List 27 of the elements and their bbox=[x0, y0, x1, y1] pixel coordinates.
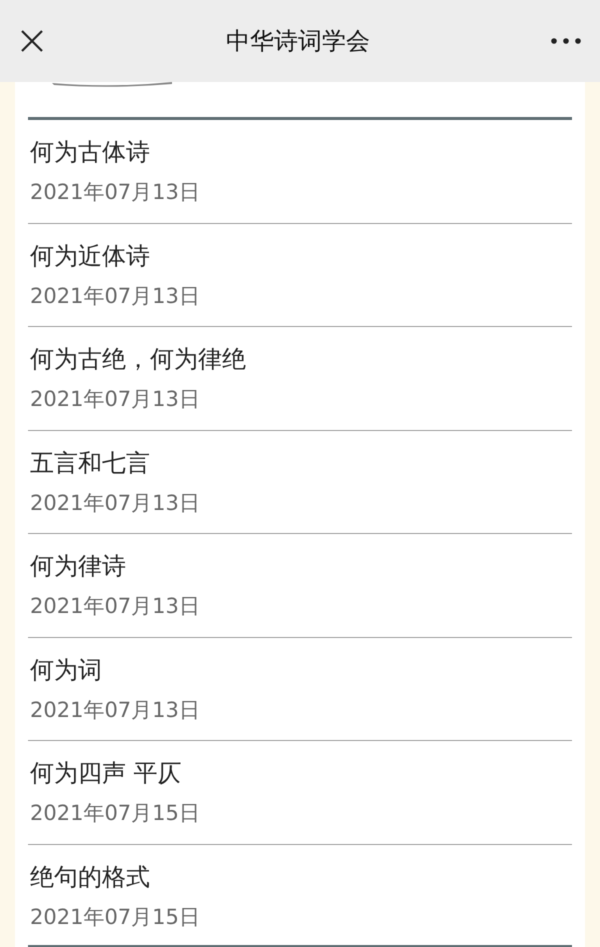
article-date: 2021年07月13日 bbox=[30, 282, 201, 310]
article-item[interactable]: 五言和七言 2021年07月13日 bbox=[28, 430, 572, 534]
article-date: 2021年07月13日 bbox=[30, 490, 201, 516]
article-title: 绝句的格式 bbox=[30, 862, 151, 892]
article-date: 2021年07月15日 bbox=[30, 800, 201, 827]
page-title: 中华诗词学会 bbox=[226, 26, 370, 57]
article-item[interactable]: 何为古体诗 2021年07月13日 bbox=[28, 120, 572, 224]
article-item[interactable]: 何为古绝，何为律绝 2021年07月13日 bbox=[28, 327, 572, 430]
article-title: 五言和七言 bbox=[30, 448, 151, 478]
article-date: 2021年07月13日 bbox=[30, 593, 201, 620]
article-item[interactable]: 何为词 2021年07月13日 bbox=[28, 638, 572, 741]
article-item[interactable]: 何为近体诗 2021年07月13日 bbox=[28, 224, 572, 327]
article-date: 2021年07月13日 bbox=[30, 179, 201, 206]
article-title: 何为古体诗 bbox=[30, 137, 151, 168]
article-date: 2021年07月13日 bbox=[30, 696, 201, 724]
article-item[interactable]: 何为律诗 2021年07月13日 bbox=[28, 534, 572, 638]
article-date: 2021年07月15日 bbox=[30, 904, 201, 930]
article-title: 何为律诗 bbox=[30, 551, 127, 582]
article-title: 何为四声 平仄 bbox=[30, 758, 183, 789]
more-icon bbox=[551, 38, 581, 44]
article-title: 何为近体诗 bbox=[30, 240, 151, 272]
article-item[interactable]: 何为四声 平仄 2021年07月15日 bbox=[28, 741, 572, 844]
close-icon bbox=[20, 29, 44, 53]
article-date: 2021年07月13日 bbox=[30, 386, 201, 413]
article-title: 何为古绝，何为律绝 bbox=[30, 344, 247, 375]
article-title: 何为词 bbox=[30, 654, 103, 686]
article-item[interactable]: 绝句的格式 2021年07月15日 bbox=[28, 844, 572, 947]
